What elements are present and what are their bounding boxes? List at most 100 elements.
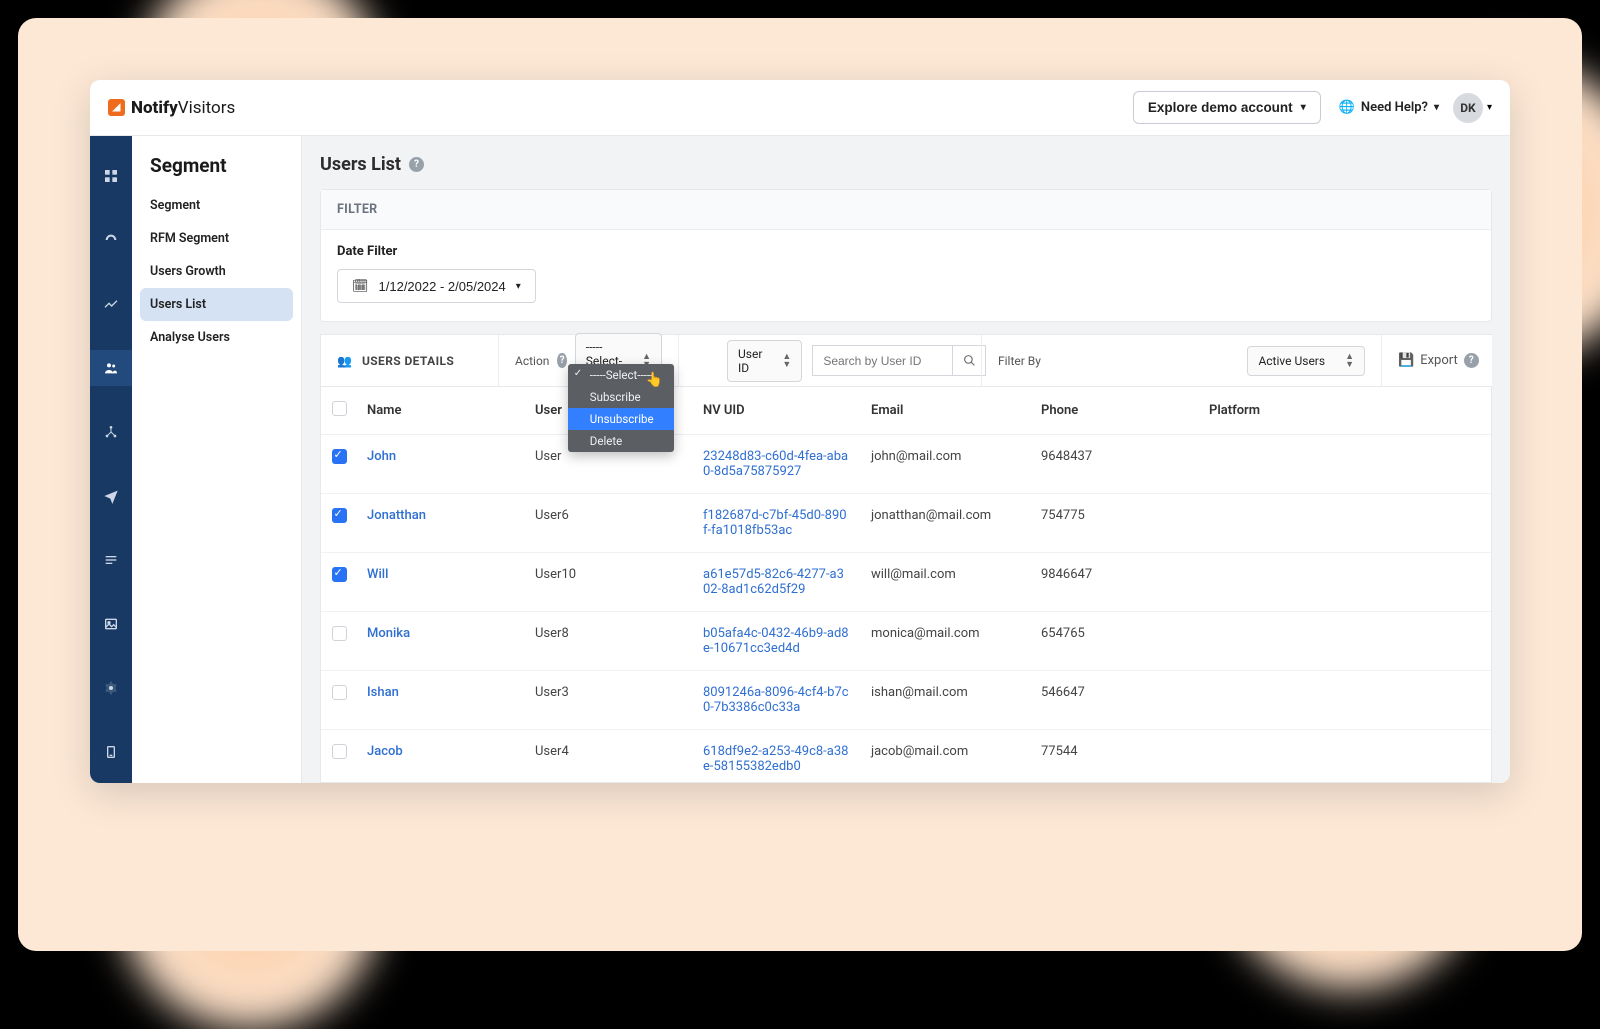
app-window: NotifyVisitors Explore demo account ▾ 🌐 … <box>90 80 1510 783</box>
userid-type-select[interactable]: User ID ▲▼ <box>727 340 802 382</box>
users-icon: 👥 <box>337 354 352 368</box>
nv-uid-link[interactable]: 23248d83-c60d-4fea-aba0-8d5a75875927 <box>703 449 851 479</box>
users-table: Name User NV UID Email Phone Platform Jo… <box>320 386 1492 783</box>
table-row: Monika User8 b05afa4c-0432-46b9-ad8e-10671… <box>321 612 1491 671</box>
cursor-icon: 👆 <box>646 372 663 388</box>
table-row: Will User10 a61e57d5-82c6-4277-a302-8ad1c6… <box>321 553 1491 612</box>
table-row: Jonatthan User6 f182687d-c7bf-45d0-890f-fa… <box>321 494 1491 553</box>
nv-uid-link[interactable]: 618df9e2-a253-49c8-a38e-58155382edb0 <box>703 744 851 774</box>
explore-demo-label: Explore demo account <box>1148 100 1293 115</box>
rail-analytics[interactable] <box>90 286 132 322</box>
row-checkbox[interactable] <box>332 508 347 523</box>
col-nvuid: NV UID <box>693 387 861 435</box>
save-icon: 💾 <box>1398 353 1414 368</box>
user-id-cell: User4 <box>525 730 693 784</box>
filterby-select[interactable]: Active Users ▲▼ <box>1247 346 1365 376</box>
rail-list[interactable] <box>90 542 132 578</box>
email-cell: jonatthan@mail.com <box>861 494 1031 553</box>
rail-gauge[interactable] <box>90 222 132 258</box>
date-range-button[interactable]: 🗓 1/12/2022 - 2/05/2024 ▾ <box>337 269 536 303</box>
avatar: DK <box>1453 93 1483 123</box>
action-select[interactable]: -----Select----- ▲▼ -----Select-----Subs… <box>575 333 662 389</box>
select-all-checkbox[interactable] <box>332 401 347 416</box>
brand-bold: Notify <box>131 98 178 118</box>
rail-device[interactable] <box>90 734 132 770</box>
need-help-button[interactable]: 🌐 Need Help? ▾ <box>1339 100 1439 115</box>
user-name-link[interactable]: Ishan <box>367 685 399 700</box>
chevron-down-icon: ▾ <box>1487 102 1492 113</box>
rail-users[interactable] <box>90 350 132 386</box>
brand-light: Visitors <box>178 98 236 118</box>
email-cell: john@mail.com <box>861 435 1031 494</box>
sidebar-item[interactable]: Users Growth <box>132 255 301 288</box>
row-checkbox[interactable] <box>332 685 347 700</box>
rail-settings[interactable] <box>90 670 132 706</box>
rail-dashboard[interactable] <box>90 158 132 194</box>
table-row: Jacob User4 618df9e2-a253-49c8-a38e-581553… <box>321 730 1491 784</box>
platform-cell <box>1199 435 1491 494</box>
rail-image[interactable] <box>90 606 132 642</box>
table-row: Ishan User3 8091246a-8096-4cf4-b7c0-7b3386… <box>321 671 1491 730</box>
nav-rail <box>90 136 132 783</box>
user-menu[interactable]: DK ▾ <box>1439 93 1492 123</box>
nv-uid-link[interactable]: b05afa4c-0432-46b9-ad8e-10671cc3ed4d <box>703 626 851 656</box>
nv-uid-link[interactable]: a61e57d5-82c6-4277-a302-8ad1c62d5f29 <box>703 567 851 597</box>
user-name-link[interactable]: Monika <box>367 626 410 641</box>
dropdown-option[interactable]: Delete <box>568 430 674 452</box>
nv-uid-link[interactable]: 8091246a-8096-4cf4-b7c0-7b3386c0c33a <box>703 685 851 715</box>
brand-logo[interactable]: NotifyVisitors <box>108 98 235 118</box>
explore-demo-button[interactable]: Explore demo account ▾ <box>1133 91 1321 124</box>
col-platform: Platform <box>1199 387 1491 435</box>
row-checkbox[interactable] <box>332 449 347 464</box>
row-checkbox[interactable] <box>332 626 347 641</box>
search-icon <box>963 354 976 367</box>
row-checkbox[interactable] <box>332 744 347 759</box>
help-icon[interactable]: ? <box>1464 353 1479 368</box>
dropdown-option[interactable]: Unsubscribe <box>568 408 674 430</box>
col-email: Email <box>861 387 1031 435</box>
dropdown-option[interactable]: Subscribe <box>568 386 674 408</box>
rail-tree[interactable] <box>90 414 132 450</box>
user-id-cell: User10 <box>525 553 693 612</box>
sidebar-item[interactable]: Analyse Users <box>132 321 301 354</box>
email-cell: jacob@mail.com <box>861 730 1031 784</box>
search-input[interactable] <box>812 345 952 376</box>
rail-send[interactable] <box>90 478 132 514</box>
phone-cell: 77544 <box>1031 730 1199 784</box>
row-checkbox[interactable] <box>332 567 347 582</box>
need-help-label: Need Help? <box>1361 100 1428 115</box>
date-filter-label: Date Filter <box>337 244 1475 259</box>
main-content: Users List ? FILTER Date Filter 🗓 1/12/2… <box>302 136 1510 783</box>
users-toolbar: 👥 USERS DETAILS Action ? -----Select----… <box>320 334 1492 386</box>
user-name-link[interactable]: Jonatthan <box>367 508 426 523</box>
user-id-cell: User6 <box>525 494 693 553</box>
help-icon[interactable]: ? <box>409 157 424 172</box>
userid-type-value: User ID <box>738 347 762 375</box>
filterby-value: Active Users <box>1258 354 1325 368</box>
filter-header: FILTER <box>321 190 1491 230</box>
email-cell: ishan@mail.com <box>861 671 1031 730</box>
backdrop: NotifyVisitors Explore demo account ▾ 🌐 … <box>18 18 1582 951</box>
sort-arrows-icon: ▲▼ <box>1345 353 1354 369</box>
sidebar-item[interactable]: Segment <box>132 189 301 222</box>
user-name-link[interactable]: Will <box>367 567 388 582</box>
user-id-cell: User3 <box>525 671 693 730</box>
action-label: Action <box>515 354 549 368</box>
platform-cell <box>1199 730 1491 784</box>
help-icon[interactable]: ? <box>557 353 566 368</box>
date-range-text: 1/12/2022 - 2/05/2024 <box>379 279 506 294</box>
chevron-down-icon: ▾ <box>1301 102 1306 113</box>
phone-cell: 546647 <box>1031 671 1199 730</box>
user-name-link[interactable]: John <box>367 449 396 464</box>
user-id-cell: User8 <box>525 612 693 671</box>
sidebar-item[interactable]: Users List <box>140 288 293 321</box>
platform-cell <box>1199 553 1491 612</box>
phone-cell: 9846647 <box>1031 553 1199 612</box>
globe-icon: 🌐 <box>1339 100 1355 115</box>
export-button[interactable]: 💾 Export ? <box>1398 353 1479 368</box>
user-name-link[interactable]: Jacob <box>367 744 403 759</box>
sidebar-item[interactable]: RFM Segment <box>132 222 301 255</box>
platform-cell <box>1199 494 1491 553</box>
nv-uid-link[interactable]: f182687d-c7bf-45d0-890f-fa1018fb53ac <box>703 508 851 538</box>
phone-cell: 654765 <box>1031 612 1199 671</box>
